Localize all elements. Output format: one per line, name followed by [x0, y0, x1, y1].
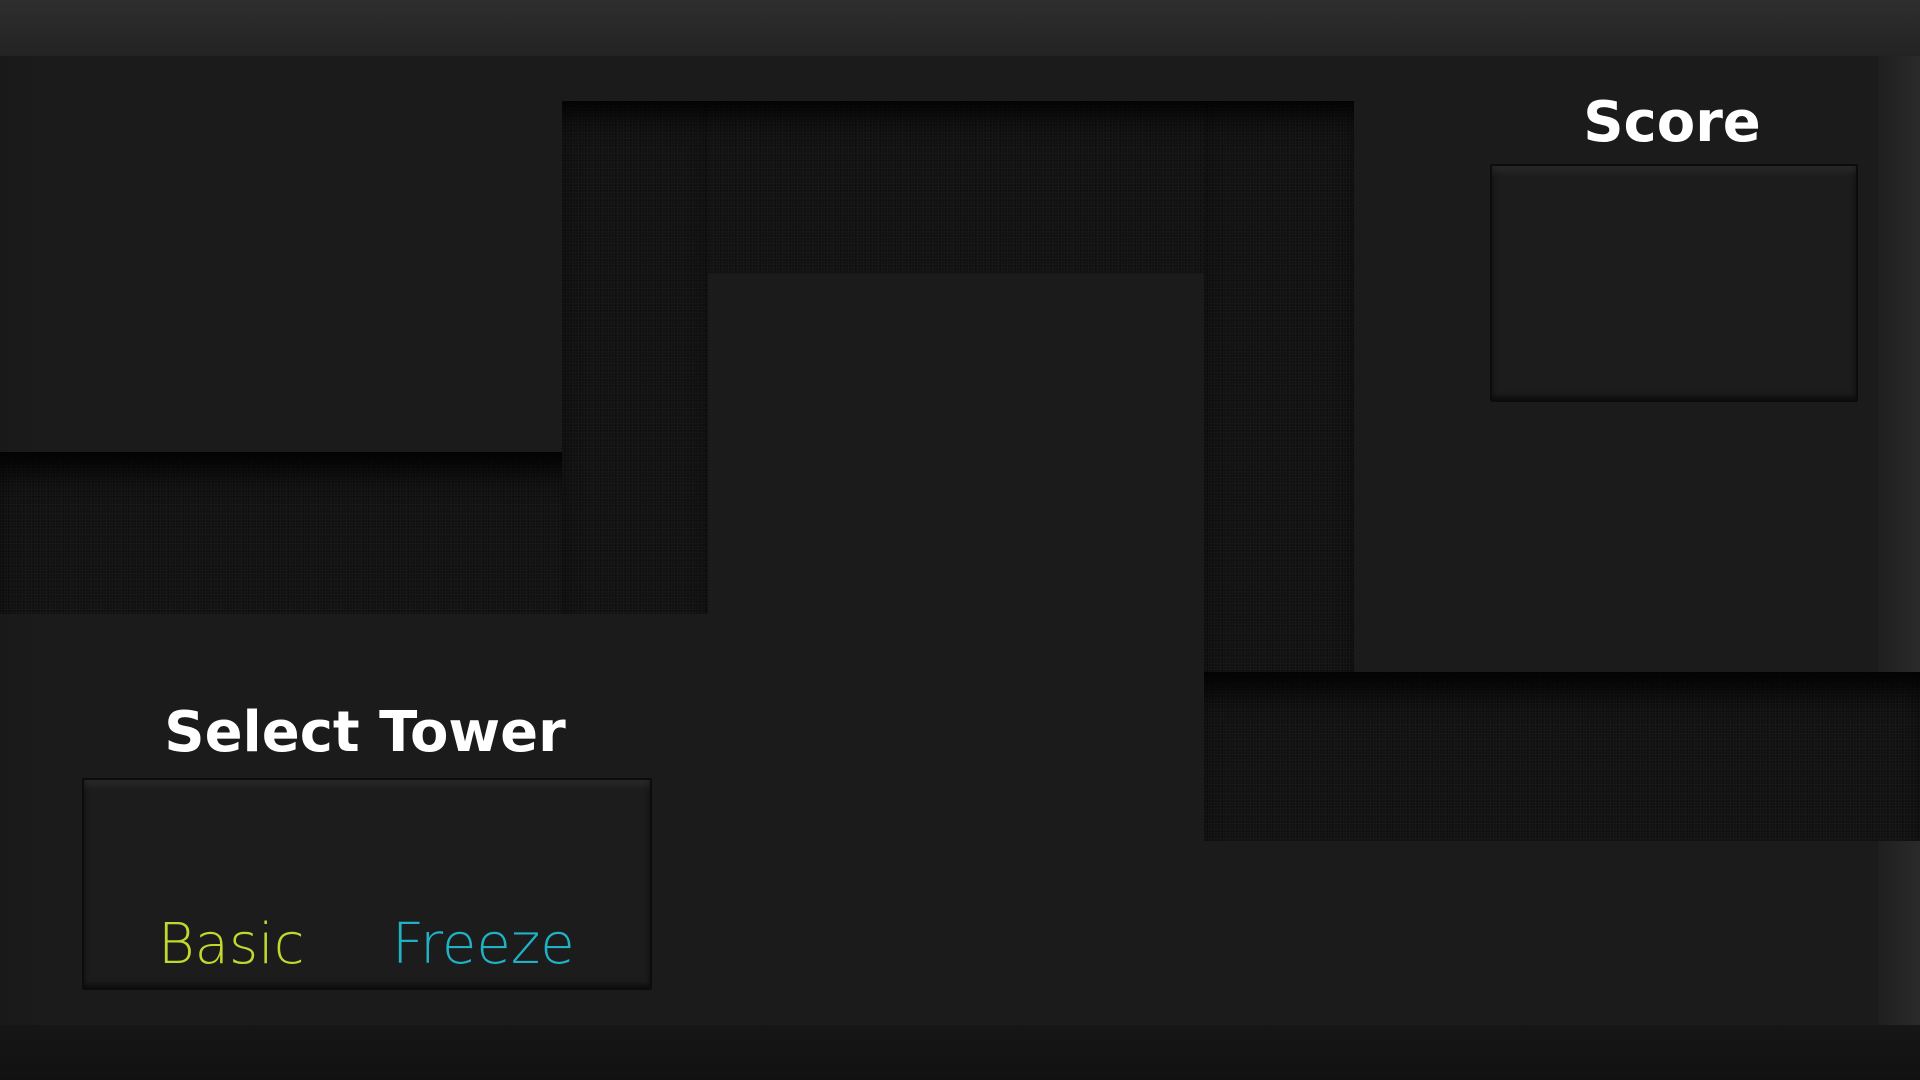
- board-frame-right: [1878, 56, 1920, 1025]
- enemy-path-segment: [1204, 672, 1920, 841]
- game-board: Score Select Tower Basic Freeze: [0, 0, 1920, 1080]
- tower-option-basic[interactable]: Basic: [158, 912, 305, 978]
- enemy-path-segment: [562, 101, 708, 614]
- board-frame-bottom: [0, 1025, 1920, 1080]
- score-title: Score: [1583, 90, 1761, 155]
- tower-option-freeze[interactable]: Freeze: [392, 912, 575, 978]
- board-frame-top: [0, 0, 1920, 56]
- score-display: [1490, 164, 1858, 402]
- select-tower-title: Select Tower: [164, 700, 566, 765]
